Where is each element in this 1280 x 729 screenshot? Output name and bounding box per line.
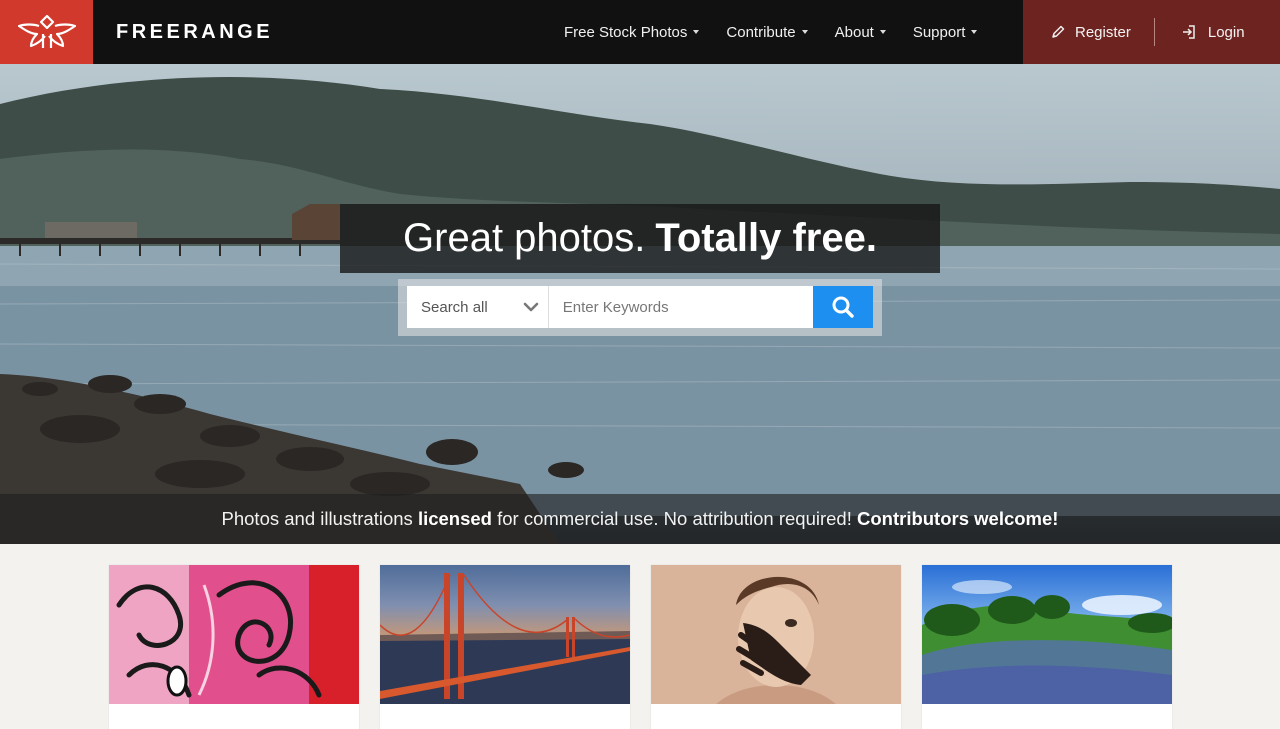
search-button[interactable] [813, 286, 873, 328]
caret-down-icon [801, 30, 808, 34]
nav-free-stock-photos[interactable]: Free Stock Photos [564, 23, 700, 41]
register-button[interactable]: Register [1050, 24, 1131, 41]
graffiti-wall-photo [109, 565, 359, 704]
top-navbar: FREERANGE Free Stock Photos Contribute A… [0, 0, 1280, 64]
hero-headline: Great photos. Totally free. [340, 204, 940, 273]
login-icon [1182, 25, 1195, 39]
caret-down-icon [693, 30, 700, 34]
chevron-down-icon [523, 302, 539, 312]
photo-card[interactable] [109, 565, 359, 729]
logo-link[interactable] [0, 0, 93, 64]
tagline-licensed: licensed [417, 508, 492, 529]
golden-gate-bridge-photo [380, 565, 630, 704]
register-label: Register [1075, 23, 1131, 41]
featured-photos [109, 565, 1172, 729]
login-label: Login [1207, 23, 1245, 41]
search-category-value: Search all [421, 298, 488, 316]
hero-banner: Great photos. Totally free. Search all P… [0, 64, 1280, 544]
main-nav: Free Stock Photos Contribute About Suppo… [564, 0, 1004, 64]
bluebonnet-field-photo [922, 565, 1172, 704]
nav-contribute[interactable]: Contribute [726, 23, 808, 41]
search-bar: Search all [398, 279, 882, 336]
caret-down-icon [879, 30, 886, 34]
nav-item-label: Contribute [726, 23, 796, 41]
photo-card[interactable] [922, 565, 1172, 729]
tagline-contributors: Contributors welcome! [857, 508, 1059, 529]
winged-logo-icon [17, 14, 76, 48]
headline-regular: Great photos. [403, 216, 646, 260]
nav-support[interactable]: Support [913, 24, 978, 41]
pencil-icon [1052, 25, 1065, 38]
keyword-search-input[interactable] [548, 286, 814, 328]
headline-bold: Totally free. [655, 216, 877, 260]
nav-about[interactable]: About [835, 24, 886, 41]
auth-box: Register Login [1023, 0, 1280, 64]
hero-tagline: Photos and illustrations licensed for co… [0, 494, 1280, 544]
search-icon [832, 296, 854, 318]
nav-item-label: Free Stock Photos [564, 23, 688, 41]
painted-hand-face-photo [651, 565, 901, 704]
search-category-select[interactable]: Search all [407, 286, 549, 328]
caret-down-icon [971, 30, 978, 34]
photo-card[interactable] [380, 565, 630, 729]
brand-name[interactable]: FREERANGE [116, 21, 273, 44]
auth-divider [1153, 18, 1155, 46]
nav-item-label: Support [912, 23, 966, 41]
nav-item-label: About [834, 23, 874, 41]
tagline-text-2: for commercial use. No attribution requi… [491, 508, 857, 529]
tagline-text-1: Photos and illustrations [221, 508, 418, 529]
login-button[interactable]: Login [1181, 24, 1245, 41]
photo-card[interactable] [651, 565, 901, 729]
